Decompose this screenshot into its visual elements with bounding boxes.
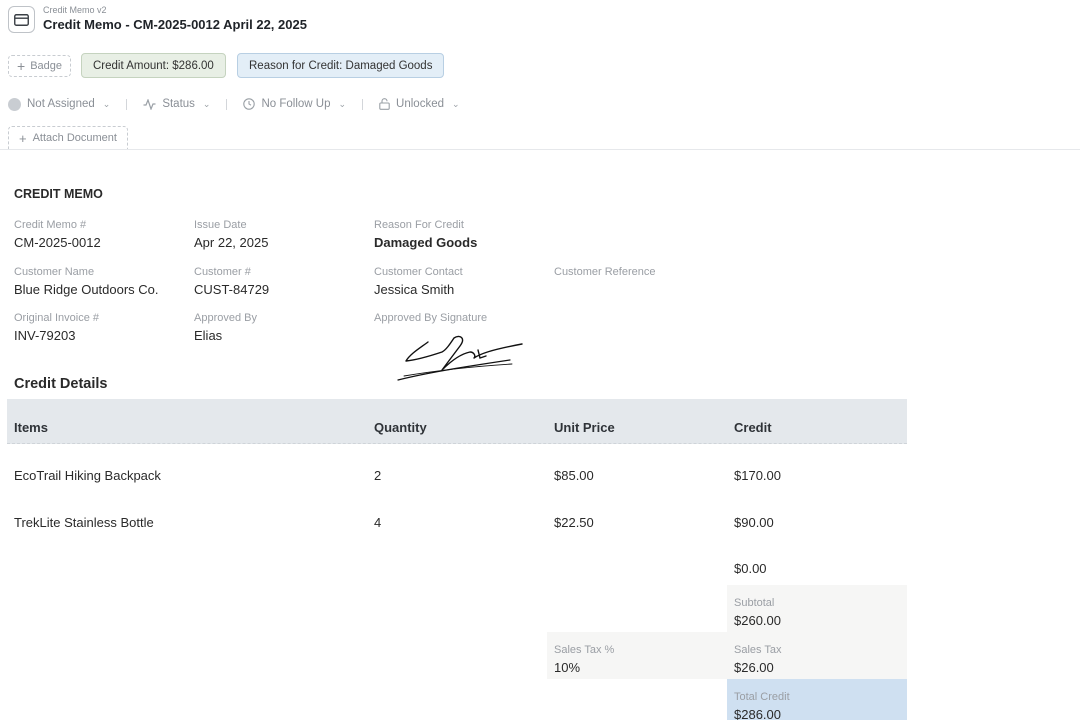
- follow-up-dropdown[interactable]: No Follow Up ⌄: [243, 98, 346, 110]
- status-dropdown[interactable]: Status ⌄: [143, 98, 210, 110]
- subtotal-value: $260.00: [734, 613, 781, 628]
- item-quantity: 4: [374, 515, 382, 530]
- document-heading: CREDIT MEMO: [14, 187, 103, 201]
- sales-tax-rate-label: Sales Tax %: [554, 644, 615, 656]
- toolbar: Not Assigned ⌄ Status ⌄ No Follow Up ⌄ U…: [8, 95, 460, 113]
- field-customer-number: Customer # CUST-84729: [194, 265, 369, 298]
- separator: [362, 98, 364, 110]
- sales-tax-rate-box[interactable]: Sales Tax % 10%: [547, 632, 727, 679]
- item-credit: $90.00: [734, 515, 774, 530]
- plus-icon: +: [17, 58, 26, 74]
- assignee-dropdown[interactable]: Not Assigned ⌄: [8, 97, 111, 111]
- sales-tax-box: Sales Tax $26.00: [727, 632, 907, 679]
- field-value: Jessica Smith: [374, 282, 455, 297]
- credit-card-icon: [8, 6, 35, 33]
- separator: [126, 98, 128, 110]
- reason-badge[interactable]: Reason for Credit: Damaged Goods: [237, 53, 445, 78]
- divider: [0, 149, 1080, 150]
- separator: [226, 98, 228, 110]
- field-customer-name: Customer Name Blue Ridge Outdoors Co.: [14, 265, 189, 298]
- chevron-down-icon: ⌄: [102, 98, 111, 109]
- assignee-label: Not Assigned: [27, 98, 95, 110]
- item-quantity: 2: [374, 468, 382, 483]
- page-subtitle: Credit Memo v2: [43, 5, 107, 15]
- attach-document-button[interactable]: + Attach Document: [8, 126, 128, 149]
- field-label: Reason For Credit: [374, 219, 464, 231]
- add-badge-label: Badge: [30, 60, 62, 72]
- item-credit: $170.00: [734, 468, 781, 483]
- column-header: Quantity: [374, 420, 427, 435]
- field-label: Customer Reference: [554, 266, 656, 278]
- unlock-icon: [379, 98, 390, 110]
- column-header: Items: [14, 420, 48, 435]
- field-label: Approved By Signature: [374, 312, 488, 324]
- activity-icon: [143, 98, 156, 110]
- field-original-invoice: Original Invoice # INV-79203: [14, 311, 189, 344]
- field-label: Customer #: [194, 266, 251, 278]
- field-value: Elias: [194, 328, 223, 343]
- credit-details-title: Credit Details: [14, 376, 108, 392]
- subtotal-label: Subtotal: [734, 597, 775, 609]
- item-name: TrekLite Stainless Bottle: [14, 515, 154, 530]
- chevron-down-icon: ⌄: [202, 98, 211, 109]
- field-value: Blue Ridge Outdoors Co.: [14, 282, 159, 297]
- column-header: Unit Price: [554, 420, 615, 435]
- sales-tax-label: Sales Tax: [734, 644, 782, 656]
- field-reason-for-credit: Reason For Credit Damaged Goods: [374, 218, 549, 251]
- plus-icon: +: [19, 130, 27, 146]
- chevron-down-icon: ⌄: [338, 98, 347, 109]
- sales-tax-value: $26.00: [734, 660, 774, 675]
- avatar-icon: [8, 97, 21, 111]
- credit-amount-badge[interactable]: Credit Amount: $286.00: [81, 53, 226, 78]
- field-approved-by: Approved By Elias: [194, 311, 369, 344]
- field-label: Credit Memo #: [14, 219, 87, 231]
- field-label: Issue Date: [194, 219, 247, 231]
- signature-image: [397, 335, 523, 381]
- follow-up-label: No Follow Up: [261, 98, 331, 110]
- field-customer-reference: Customer Reference: [554, 265, 729, 282]
- sales-tax-rate-value: 10%: [554, 660, 581, 675]
- field-customer-contact: Customer Contact Jessica Smith: [374, 265, 549, 298]
- field-issue-date: Issue Date Apr 22, 2025: [194, 218, 369, 251]
- add-badge-button[interactable]: + Badge: [8, 55, 71, 77]
- item-unit-price: $85.00: [554, 468, 594, 483]
- field-value: Damaged Goods: [374, 235, 478, 250]
- status-label: Status: [162, 98, 195, 110]
- field-value: Apr 22, 2025: [194, 235, 269, 250]
- total-credit-value: $286.00: [734, 707, 781, 720]
- chevron-down-icon: ⌄: [452, 98, 460, 109]
- item-name: EcoTrail Hiking Backpack: [14, 468, 161, 483]
- subtotal-box: Subtotal $260.00: [727, 585, 907, 632]
- lock-dropdown[interactable]: Unlocked ⌄: [379, 98, 460, 110]
- field-label: Customer Name: [14, 266, 95, 278]
- field-approved-signature: Approved By Signature: [374, 311, 549, 325]
- page-title: Credit Memo - CM-2025-0012 April 22, 202…: [43, 17, 307, 32]
- field-label: Approved By: [194, 312, 257, 324]
- lock-label: Unlocked: [396, 98, 444, 110]
- extra-credit-value: $0.00: [734, 561, 767, 576]
- total-credit-box: Total Credit $286.00: [727, 679, 907, 720]
- clock-icon: [243, 98, 256, 110]
- table-header: Items Quantity Unit Price Credit: [7, 399, 907, 444]
- field-value: CM-2025-0012: [14, 235, 101, 250]
- field-label: Original Invoice #: [14, 312, 99, 324]
- field-credit-memo-number: Credit Memo # CM-2025-0012: [14, 218, 189, 251]
- field-value: INV-79203: [14, 328, 76, 343]
- total-credit-label: Total Credit: [734, 691, 790, 703]
- attach-label: Attach Document: [32, 132, 117, 144]
- column-header: Credit: [734, 420, 772, 435]
- field-value: CUST-84729: [194, 282, 270, 297]
- field-label: Customer Contact: [374, 266, 463, 278]
- item-unit-price: $22.50: [554, 515, 594, 530]
